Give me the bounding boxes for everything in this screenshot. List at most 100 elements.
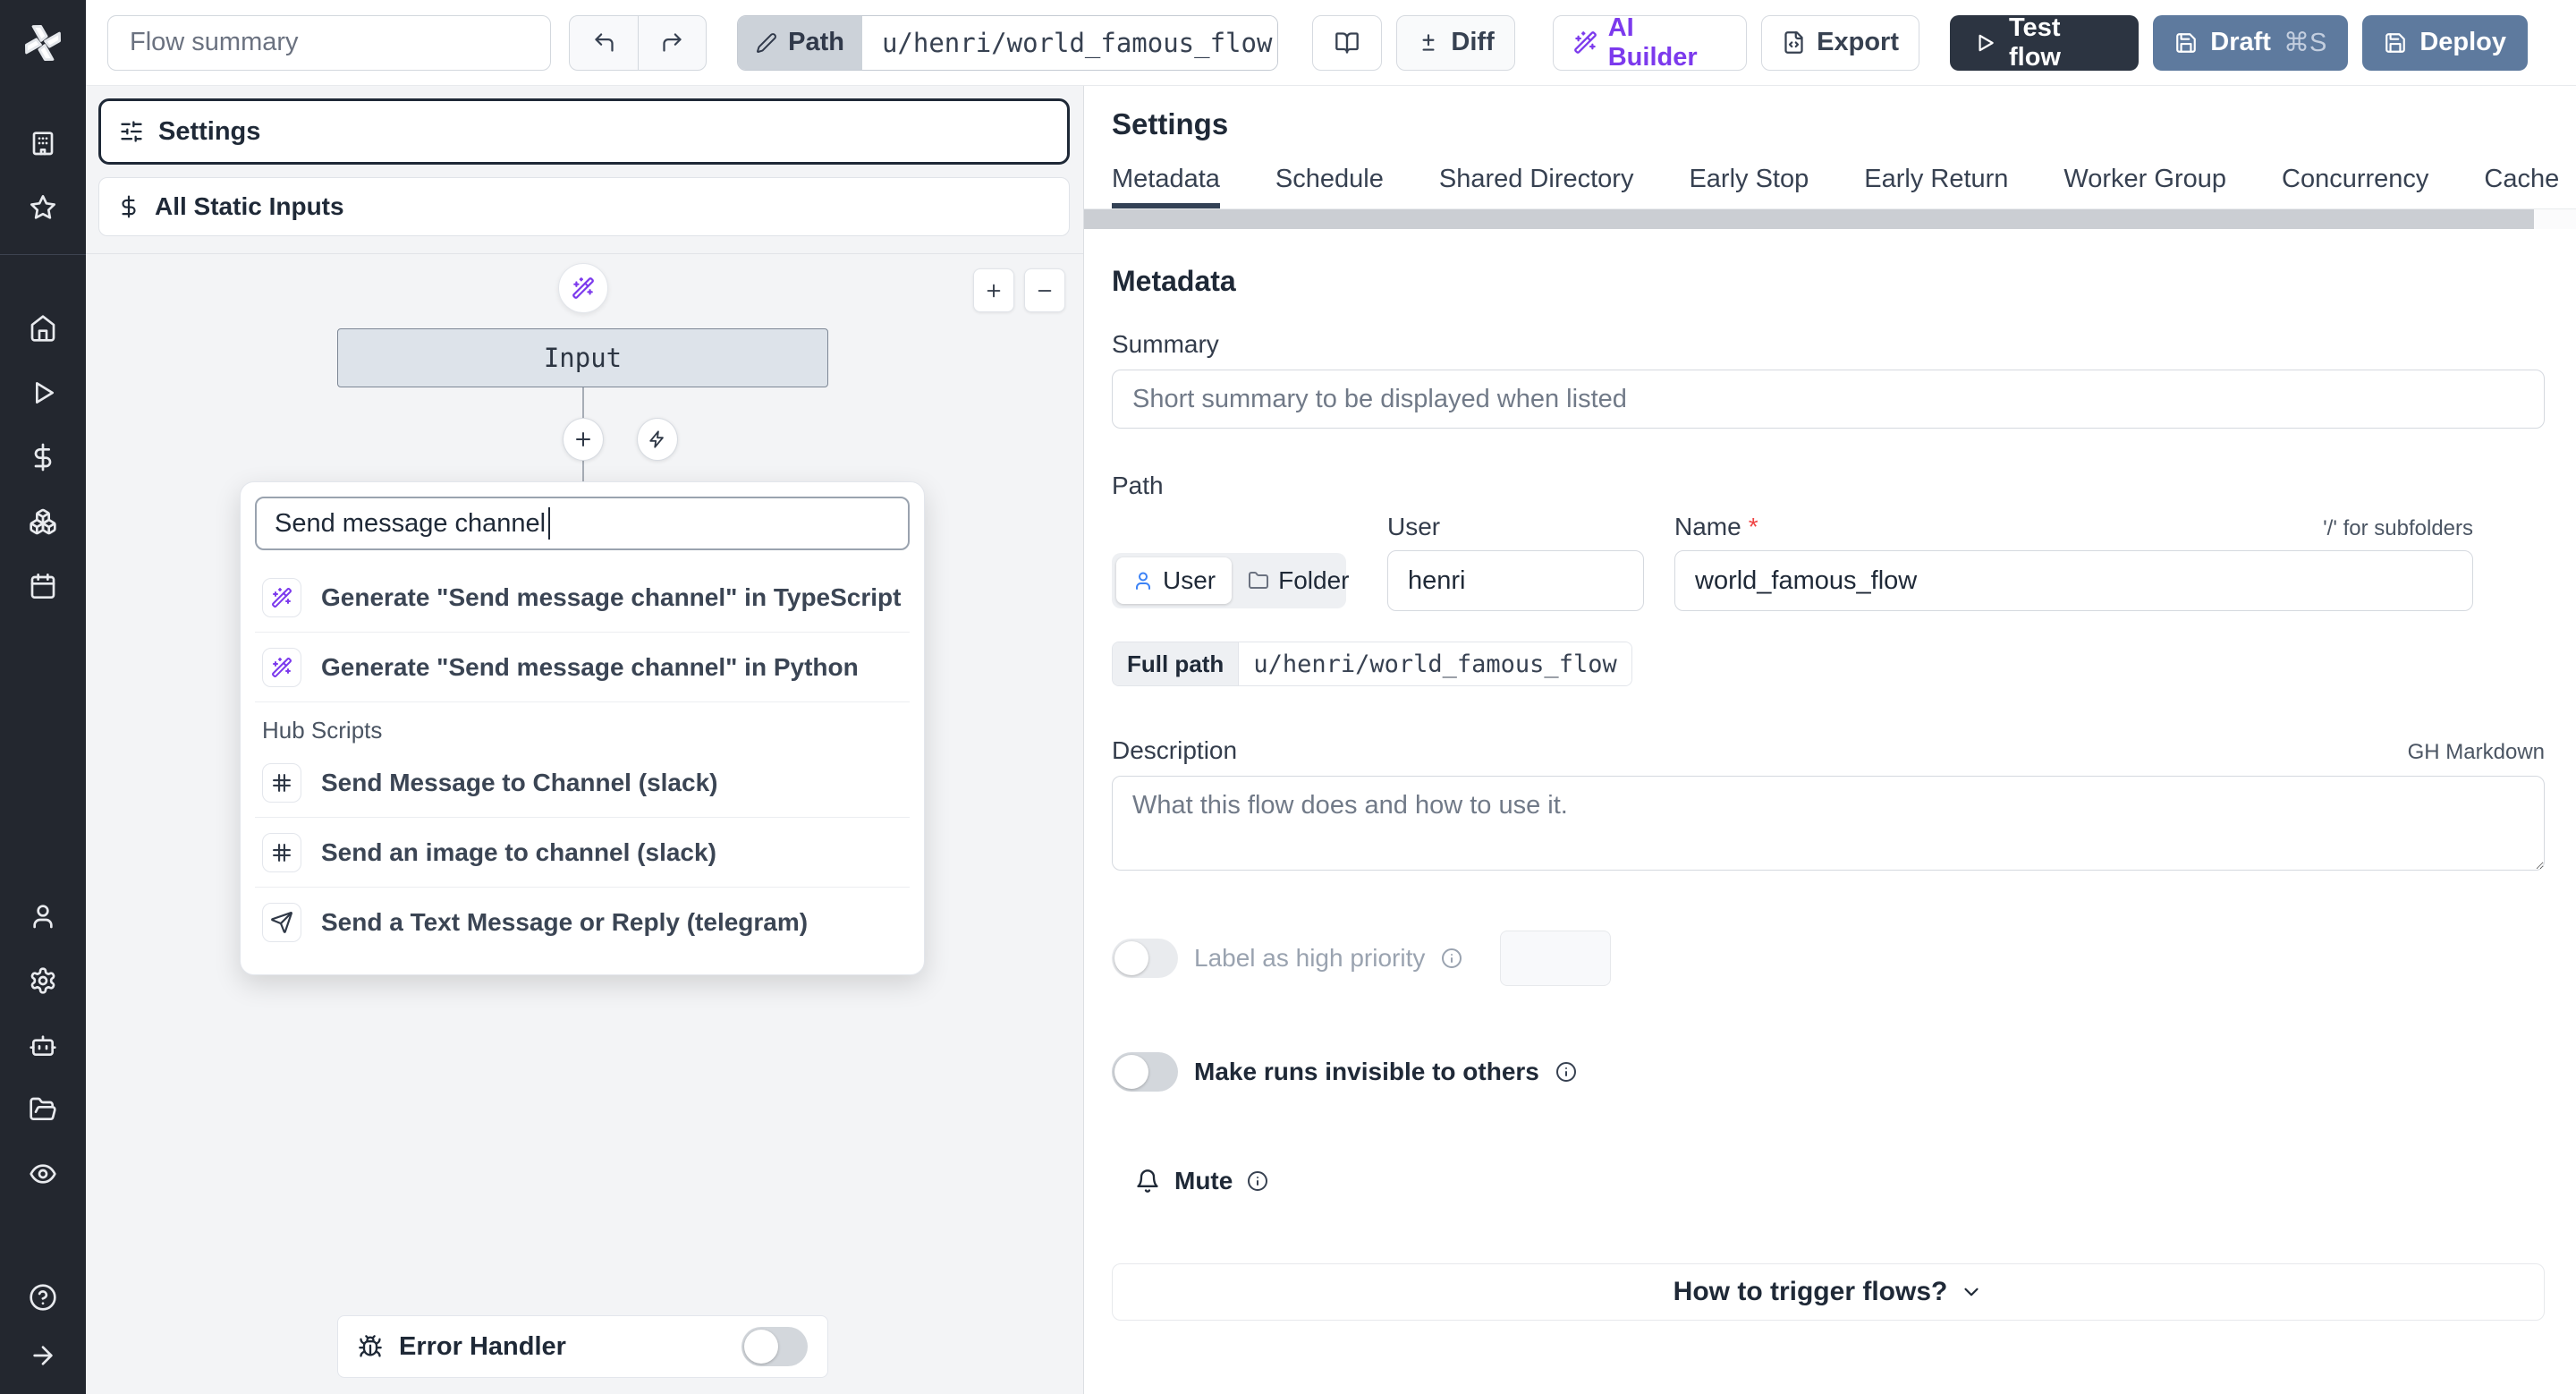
- flow-settings-label: Settings: [158, 116, 261, 146]
- wand-icon: [572, 277, 594, 299]
- ai-builder-button[interactable]: AI Builder: [1552, 13, 1748, 72]
- docs-button[interactable]: [1312, 14, 1383, 71]
- input-node-label: Input: [543, 343, 623, 373]
- dollar-icon: [34, 443, 52, 472]
- tab-worker-group[interactable]: Worker Group: [2063, 165, 2226, 208]
- settings-panel: Settings Metadata Schedule Shared Direct…: [1084, 86, 2576, 1394]
- description-label: Description: [1112, 736, 1238, 764]
- add-step-button[interactable]: [563, 418, 604, 461]
- sidebar-item-runs[interactable]: [0, 361, 86, 425]
- plus-minus-icon: [1422, 33, 1435, 51]
- sidebar-item-users[interactable]: [0, 884, 86, 948]
- result-generate-typescript[interactable]: Generate "Send message channel" in TypeS…: [255, 563, 910, 633]
- robot-icon: [30, 1035, 56, 1056]
- owner-folder-option[interactable]: Folder: [1232, 557, 1365, 604]
- flow-settings-card[interactable]: Settings: [98, 98, 1070, 165]
- sidebar-item-resources[interactable]: [0, 489, 86, 554]
- tab-cache[interactable]: Cache: [2484, 165, 2559, 208]
- sidebar-item-home[interactable]: [0, 296, 86, 361]
- user-icon: [33, 905, 53, 929]
- home-icon: [30, 315, 55, 342]
- calendar-icon: [30, 574, 55, 599]
- all-static-inputs-card[interactable]: All Static Inputs: [98, 177, 1070, 236]
- error-handler-toggle[interactable]: [741, 1327, 808, 1366]
- error-handler-node[interactable]: Error Handler: [337, 1315, 828, 1378]
- tab-concurrency[interactable]: Concurrency: [2282, 165, 2428, 208]
- folder-icon: [1249, 572, 1269, 589]
- draft-shortcut: ⌘S: [2283, 29, 2327, 57]
- description-textarea[interactable]: [1112, 776, 2545, 871]
- sidebar-item-audit[interactable]: [0, 1142, 86, 1206]
- name-field-label: Name *: [1674, 513, 1758, 540]
- sidebar-item-settings[interactable]: [0, 948, 86, 1013]
- path-section-label: Path: [1112, 472, 1164, 499]
- telegram-icon: [271, 912, 292, 933]
- input-node[interactable]: Input: [337, 328, 828, 387]
- markdown-hint: GH Markdown: [2407, 740, 2545, 764]
- tabs-scrollbar-thumb[interactable]: [1084, 209, 2534, 229]
- tab-shared-directory[interactable]: Shared Directory: [1439, 165, 1634, 208]
- boxes-icon: [30, 508, 56, 535]
- info-icon: [1442, 948, 1462, 968]
- windmill-logo[interactable]: [0, 0, 86, 86]
- chevron-down-icon: [1964, 1288, 1979, 1296]
- priority-value-input[interactable]: [1500, 931, 1612, 986]
- add-trigger-button[interactable]: [637, 418, 678, 461]
- result-telegram-send-text[interactable]: Send a Text Message or Reply (telegram): [255, 888, 910, 957]
- result-slack-send-image[interactable]: Send an image to channel (slack): [255, 818, 910, 888]
- sidebar-item-schedules[interactable]: [0, 554, 86, 618]
- tab-early-return[interactable]: Early Return: [1864, 165, 2008, 208]
- high-priority-toggle[interactable]: [1112, 939, 1178, 978]
- sidebar-item-variables[interactable]: [0, 425, 86, 489]
- diff-label: Diff: [1451, 28, 1495, 56]
- tab-early-stop[interactable]: Early Stop: [1689, 165, 1809, 208]
- user-field-label: User: [1387, 513, 1441, 540]
- diff-button[interactable]: Diff: [1396, 14, 1515, 71]
- redo-button[interactable]: [638, 15, 706, 70]
- result-slack-send-message[interactable]: Send Message to Channel (slack): [255, 748, 910, 818]
- tab-schedule[interactable]: Schedule: [1275, 165, 1384, 208]
- star-icon: [30, 195, 55, 219]
- step-search-input[interactable]: Send message channel: [255, 497, 910, 550]
- sidebar-item-workspace[interactable]: [0, 111, 86, 175]
- sidebar-expand-button[interactable]: [0, 1330, 86, 1394]
- zoom-out-button[interactable]: [1024, 268, 1065, 312]
- sidebar-item-folders[interactable]: [0, 1077, 86, 1142]
- test-flow-button[interactable]: Test flow: [1950, 13, 2140, 72]
- tab-metadata[interactable]: Metadata: [1112, 165, 1220, 208]
- building-icon: [32, 132, 54, 156]
- tabs-scrollbar[interactable]: [1084, 209, 2576, 229]
- owner-user-label: User: [1163, 566, 1216, 594]
- deploy-button[interactable]: Deploy: [2362, 14, 2528, 71]
- user-field[interactable]: [1387, 550, 1644, 611]
- settings-tabs: Metadata Schedule Shared Directory Early…: [1084, 165, 2576, 209]
- invisible-runs-toggle[interactable]: [1112, 1052, 1178, 1092]
- export-button[interactable]: Export: [1761, 14, 1919, 71]
- zap-icon: [649, 430, 664, 448]
- flow-summary-input[interactable]: [107, 14, 552, 71]
- sidebar-item-workers[interactable]: [0, 1013, 86, 1077]
- ai-flow-button[interactable]: [558, 263, 608, 313]
- path-chip[interactable]: Path u/henri/world_famous_flow: [737, 14, 1279, 71]
- owner-user-option[interactable]: User: [1116, 557, 1233, 604]
- slack-icon: [273, 843, 291, 862]
- mute-label: Mute: [1174, 1167, 1233, 1194]
- play-icon: [35, 382, 54, 404]
- undo-button[interactable]: [570, 16, 638, 70]
- sidebar-item-favorites[interactable]: [0, 175, 86, 240]
- result-label: Send an image to channel (slack): [321, 837, 716, 866]
- pencil-icon: [757, 32, 777, 53]
- name-field[interactable]: [1674, 550, 2473, 611]
- how-to-trigger-button[interactable]: How to trigger flows?: [1112, 1263, 2545, 1321]
- summary-input[interactable]: [1112, 370, 2545, 429]
- canvas-divider: [86, 253, 1083, 254]
- high-priority-label: Label as high priority: [1194, 944, 1426, 972]
- save-icon: [2385, 32, 2406, 53]
- path-chip-label: Path: [788, 28, 844, 56]
- deploy-label: Deploy: [2419, 28, 2506, 56]
- result-generate-python[interactable]: Generate "Send message channel" in Pytho…: [255, 633, 910, 702]
- draft-button[interactable]: Draft ⌘S: [2153, 14, 2349, 71]
- sidebar-item-help[interactable]: [0, 1265, 86, 1330]
- mute-row[interactable]: Mute: [1135, 1167, 2545, 1195]
- zoom-in-button[interactable]: [973, 268, 1014, 312]
